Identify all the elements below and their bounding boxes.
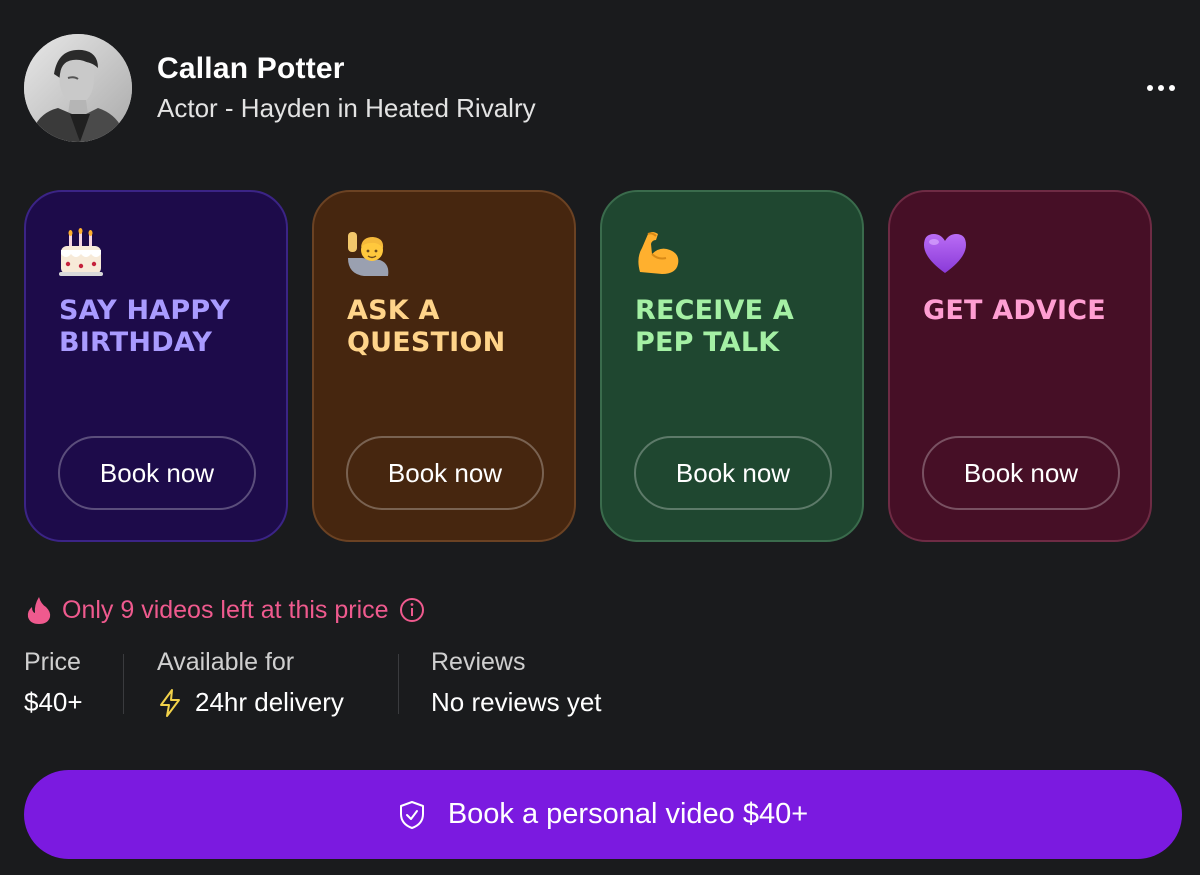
occasion-cards: SAY HAPPY BIRTHDAY Book now ASK A QUESTI… (24, 190, 1154, 542)
book-personal-video-button[interactable]: Book a personal video $40+ (24, 770, 1182, 859)
scarcity-text: Only 9 videos left at this price (62, 595, 389, 624)
book-now-button[interactable]: Book now (58, 436, 256, 510)
stat-availability: Available for 24hr delivery (157, 648, 344, 718)
purple-heart-icon (924, 234, 966, 273)
profile-subtitle: Actor - Hayden in Heated Rivalry (157, 93, 536, 123)
card-title: SAY HAPPY BIRTHDAY (59, 295, 231, 358)
card-advice[interactable]: GET ADVICE Book now (888, 190, 1152, 542)
scarcity-notice: Only 9 videos left at this price (26, 592, 425, 628)
stat-label: Available for (157, 648, 295, 676)
stat-label: Reviews (431, 648, 526, 676)
flexed-biceps-icon (638, 232, 679, 274)
stat-value: 24hr delivery (195, 687, 344, 717)
stat-price: Price $40+ (24, 648, 83, 718)
shield-check-icon (399, 800, 424, 829)
price-value: $40+ (24, 687, 83, 718)
book-now-button[interactable]: Book now (922, 436, 1120, 510)
fire-icon (27, 597, 51, 624)
card-title: ASK A QUESTION (347, 295, 506, 358)
stat-label: Price (24, 648, 81, 676)
card-question[interactable]: ASK A QUESTION Book now (312, 190, 576, 542)
reviews-value: No reviews yet (431, 687, 602, 718)
card-birthday[interactable]: SAY HAPPY BIRTHDAY Book now (24, 190, 288, 542)
stat-value: No reviews yet (431, 687, 602, 717)
info-icon[interactable] (399, 597, 425, 623)
stat-divider (398, 654, 399, 714)
stat-divider (123, 654, 124, 714)
more-horizontal-icon (1147, 85, 1175, 91)
profile-photo (24, 34, 132, 142)
book-now-button[interactable]: Book now (634, 436, 832, 510)
birthday-cake-icon (59, 228, 103, 276)
card-title: GET ADVICE (923, 295, 1106, 326)
profile-name: Callan Potter (157, 52, 345, 85)
raising-hand-icon (348, 232, 389, 276)
availability-value: 24hr delivery (157, 687, 344, 718)
book-now-button[interactable]: Book now (346, 436, 544, 510)
avatar[interactable] (24, 34, 132, 142)
stat-reviews[interactable]: Reviews No reviews yet (431, 648, 602, 718)
card-title: RECEIVE A PEP TALK (635, 295, 794, 358)
card-pep-talk[interactable]: RECEIVE A PEP TALK Book now (600, 190, 864, 542)
lightning-icon (160, 688, 180, 717)
stat-value: $40+ (24, 687, 83, 717)
cta-label: Book a personal video $40+ (447, 798, 809, 830)
more-options-button[interactable] (1140, 76, 1182, 100)
